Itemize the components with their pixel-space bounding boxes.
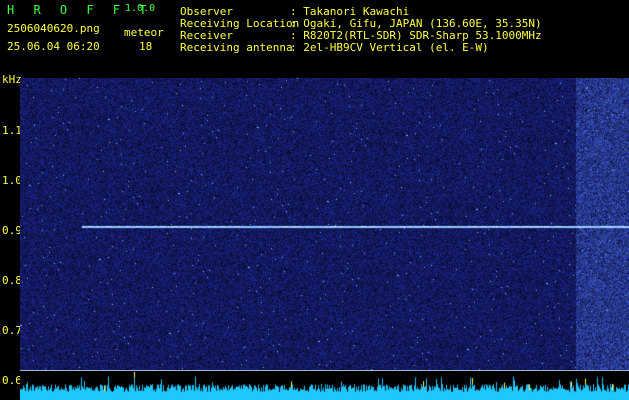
y-tick-label: 0.9 <box>2 224 22 237</box>
info-label-receiver: Receiver <box>180 29 233 42</box>
info-value-location: : Ogaki, Gifu, JAPAN (136.60E, 35.35N) <box>290 17 542 30</box>
y-tick-label: 1.0 <box>2 174 22 187</box>
info-label-observer: Observer <box>180 5 233 18</box>
meteor-count: 18 <box>139 40 153 53</box>
info-value-antenna: : 2el-HB9CV Vertical (el. E-W) <box>290 41 489 54</box>
y-axis-unit: kHz <box>2 73 22 86</box>
meteor-label: meteor <box>124 26 164 39</box>
file-datetime: 25.06.04 06:20 <box>7 40 100 53</box>
info-label-location: Receiving Location <box>180 17 300 30</box>
y-tick-label: 0.7 <box>2 324 22 337</box>
y-tick-label: 1.1 <box>2 124 22 137</box>
signal-strength-strip <box>20 372 629 400</box>
spectrogram <box>20 78 629 370</box>
hroft-screen: H R O F F T 1.0.0 2506040620.png 25.06.0… <box>0 0 629 400</box>
y-tick-label: 0.8 <box>2 274 22 287</box>
info-label-antenna: Receiving antenna <box>180 41 293 54</box>
reference-line <box>20 370 629 371</box>
file-name: 2506040620.png <box>7 22 100 35</box>
y-tick-label: 0.6 <box>2 374 22 387</box>
info-value-receiver: : R820T2(RTL-SDR) SDR-Sharp 53.1000MHz <box>290 29 542 42</box>
app-version: 1.0.0 <box>125 3 156 14</box>
info-value-observer: : Takanori Kawachi <box>290 5 410 18</box>
